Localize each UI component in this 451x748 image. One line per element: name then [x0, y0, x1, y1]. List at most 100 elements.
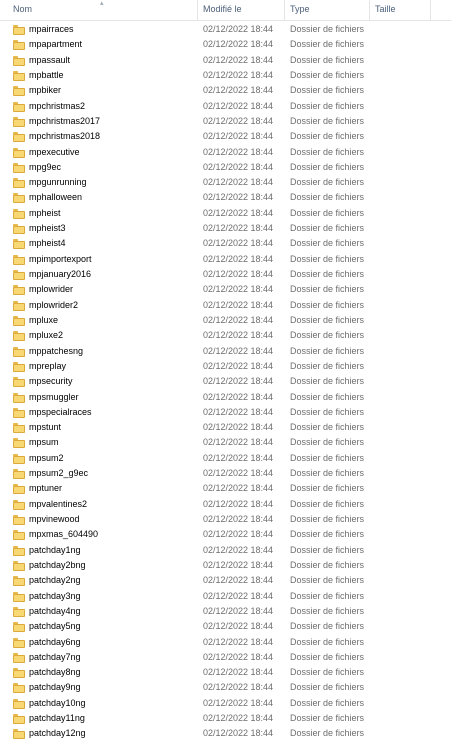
column-header-type-label: Type: [290, 4, 310, 14]
file-row[interactable]: mpassault 02/12/2022 18:44 Dossier de fich…: [0, 53, 451, 68]
file-modified-date: 02/12/2022 18:44: [203, 161, 274, 172]
folder-icon: [13, 361, 25, 372]
file-row[interactable]: mpheist4 02/12/2022 18:44 Dossier de fichi…: [0, 236, 451, 251]
file-name: mpspecialraces: [29, 406, 92, 417]
folder-icon: [13, 101, 25, 112]
folder-icon: [13, 377, 25, 388]
file-name: patchday1ng: [29, 544, 81, 555]
file-row[interactable]: patchday3ng 02/12/2022 18:44 Dossier de fi…: [0, 589, 451, 604]
file-row[interactable]: mpsum2_g9ec 02/12/2022 18:44 Dossier de fi…: [0, 466, 451, 481]
file-row[interactable]: mpstunt 02/12/2022 18:44 Dossier de fichie…: [0, 420, 451, 435]
folder-icon: [13, 70, 25, 81]
file-row[interactable]: patchday10ng 02/12/2022 18:44 Dossier de f…: [0, 696, 451, 711]
file-name: mpvinewood: [29, 514, 80, 524]
file-type: Dossier de fichiers: [290, 636, 365, 647]
file-row[interactable]: patchday7ng 02/12/2022 18:44 Dossier de fi…: [0, 650, 451, 665]
file-modified-date: 02/12/2022 18:44: [203, 360, 274, 371]
file-row[interactable]: mpxmas_604490 02/12/2022 18:44 Dossier de …: [0, 527, 451, 542]
file-name: mpassault: [29, 54, 71, 65]
file-row[interactable]: patchday11ng 02/12/2022 18:44 Dossier de f…: [0, 711, 451, 726]
file-name: mpsecurity: [29, 376, 73, 387]
file-row[interactable]: mpimportexport 02/12/2022 18:44 Dossier de…: [0, 252, 451, 267]
file-row[interactable]: mpluxe 02/12/2022 18:44 Dossier de fichier…: [0, 313, 451, 328]
file-row[interactable]: mpg9ec 02/12/2022 18:44 Dossier de fichier…: [0, 160, 451, 175]
file-type: Dossier de fichiers: [290, 24, 365, 34]
column-header-size[interactable]: Taille: [370, 0, 430, 20]
file-row[interactable]: mpchristmas2017 02/12/2022 18:44 Dossier d…: [0, 114, 451, 129]
file-name: patchday7ng: [29, 651, 81, 662]
file-row[interactable]: mpreplay 02/12/2022 18:44 Dossier de fichi…: [0, 359, 451, 374]
file-row[interactable]: patchday9ng 02/12/2022 18:44 Dossier de fi…: [0, 680, 451, 695]
file-row[interactable]: mpsum 02/12/2022 18:44 Dossier de fichiers: [0, 435, 451, 450]
file-row[interactable]: mpluxe2 02/12/2022 18:44 Dossier de fichie…: [0, 328, 451, 343]
file-modified-date: 02/12/2022 18:44: [203, 529, 274, 540]
file-type: Dossier de fichiers: [290, 422, 365, 433]
file-row[interactable]: mpchristmas2 02/12/2022 18:44 Dossier de f…: [0, 99, 451, 114]
file-row[interactable]: mpairraces 02/12/2022 18:44 Dossier de fic…: [0, 22, 451, 37]
file-row[interactable]: mpexecutive 02/12/2022 18:44 Dossier de fi…: [0, 145, 451, 160]
file-name: patchday8ng: [29, 667, 81, 678]
file-modified-date: 02/12/2022 18:44: [203, 605, 274, 616]
column-header-name-label: Nom: [13, 4, 33, 14]
folder-icon: [13, 147, 25, 158]
file-row[interactable]: mpsum2 02/12/2022 18:44 Dossier de fichier…: [0, 451, 451, 466]
column-divider[interactable]: [430, 0, 431, 20]
file-type: Dossier de fichiers: [290, 192, 365, 203]
file-name: patchday10ng: [29, 697, 86, 708]
file-type: Dossier de fichiers: [290, 376, 365, 387]
file-modified-date: 02/12/2022 18:44: [203, 376, 274, 387]
file-row[interactable]: mpvinewood 02/12/2022 18:44 Dossier de fic…: [0, 512, 451, 527]
file-row[interactable]: mpgunrunning 02/12/2022 18:44 Dossier de f…: [0, 175, 451, 190]
folder-icon: [13, 591, 25, 602]
file-type: Dossier de fichiers: [290, 146, 365, 157]
file-row[interactable]: patchday5ng 02/12/2022 18:44 Dossier de fi…: [0, 619, 451, 634]
column-header-modified[interactable]: Modifié le: [198, 0, 284, 20]
file-row[interactable]: patchday4ng 02/12/2022 18:44 Dossier de fi…: [0, 604, 451, 619]
file-row[interactable]: patchday6ng 02/12/2022 18:44 Dossier de fi…: [0, 635, 451, 650]
file-modified-date: 02/12/2022 18:44: [203, 544, 274, 555]
folder-icon: [13, 132, 25, 143]
folder-icon: [13, 331, 25, 342]
file-row[interactable]: mpjanuary2016 02/12/2022 18:44 Dossier de …: [0, 267, 451, 282]
file-modified-date: 02/12/2022 18:44: [203, 192, 274, 203]
column-header-modified-label: Modifié le: [203, 4, 242, 14]
file-row[interactable]: mphalloween 02/12/2022 18:44 Dossier de fi…: [0, 190, 451, 205]
file-name: mpbiker: [29, 85, 62, 96]
file-row[interactable]: mplowrider2 02/12/2022 18:44 Dossier de fi…: [0, 298, 451, 313]
file-row[interactable]: patchday12ng 02/12/2022 18:44 Dossier de f…: [0, 726, 451, 741]
folder-icon: [13, 193, 25, 204]
file-row[interactable]: mpheist3 02/12/2022 18:44 Dossier de fichi…: [0, 221, 451, 236]
file-type: Dossier de fichiers: [290, 131, 365, 142]
column-header: Nom ▴ Modifié le Type Taille: [0, 0, 451, 21]
file-row[interactable]: mppatchesng 02/12/2022 18:44 Dossier de fi…: [0, 344, 451, 359]
file-row[interactable]: mpheist 02/12/2022 18:44 Dossier de fichie…: [0, 206, 451, 221]
file-row[interactable]: mpchristmas2018 02/12/2022 18:44 Dossier d…: [0, 129, 451, 144]
file-row[interactable]: mpapartment 02/12/2022 18:44 Dossier de fi…: [0, 37, 451, 52]
folder-icon: [13, 224, 25, 235]
file-modified-date: 02/12/2022 18:44: [203, 177, 274, 188]
file-row[interactable]: mplowrider 02/12/2022 18:44 Dossier de fic…: [0, 282, 451, 297]
file-type: Dossier de fichiers: [290, 115, 365, 126]
folder-icon: [13, 392, 25, 403]
column-header-size-label: Taille: [375, 4, 396, 14]
file-row[interactable]: patchday1ng 02/12/2022 18:44 Dossier de fi…: [0, 543, 451, 558]
folder-icon: [13, 530, 25, 541]
file-row[interactable]: mpspecialraces 02/12/2022 18:44 Dossier de…: [0, 405, 451, 420]
file-row[interactable]: patchday2bng 02/12/2022 18:44 Dossier de f…: [0, 558, 451, 573]
folder-icon: [13, 346, 25, 357]
file-row[interactable]: mpbiker 02/12/2022 18:44 Dossier de fichie…: [0, 83, 451, 98]
file-row[interactable]: patchday8ng 02/12/2022 18:44 Dossier de fi…: [0, 665, 451, 680]
file-name: mpsum2_g9ec: [29, 468, 89, 479]
file-row[interactable]: mptuner 02/12/2022 18:44 Dossier de fichie…: [0, 481, 451, 496]
file-name: mpchristmas2: [29, 100, 86, 111]
file-row[interactable]: mpsecurity 02/12/2022 18:44 Dossier de fic…: [0, 374, 451, 389]
file-type: Dossier de fichiers: [290, 69, 365, 80]
file-row[interactable]: patchday2ng 02/12/2022 18:44 Dossier de fi…: [0, 573, 451, 588]
file-type: Dossier de fichiers: [290, 54, 365, 65]
file-row[interactable]: mpbattle 02/12/2022 18:44 Dossier de fichi…: [0, 68, 451, 83]
file-modified-date: 02/12/2022 18:44: [203, 314, 274, 325]
file-modified-date: 02/12/2022 18:44: [203, 667, 274, 678]
file-row[interactable]: mpsmuggler 02/12/2022 18:44 Dossier de fic…: [0, 390, 451, 405]
file-row[interactable]: mpvalentines2 02/12/2022 18:44 Dossier de …: [0, 497, 451, 512]
column-header-type[interactable]: Type: [285, 0, 369, 20]
